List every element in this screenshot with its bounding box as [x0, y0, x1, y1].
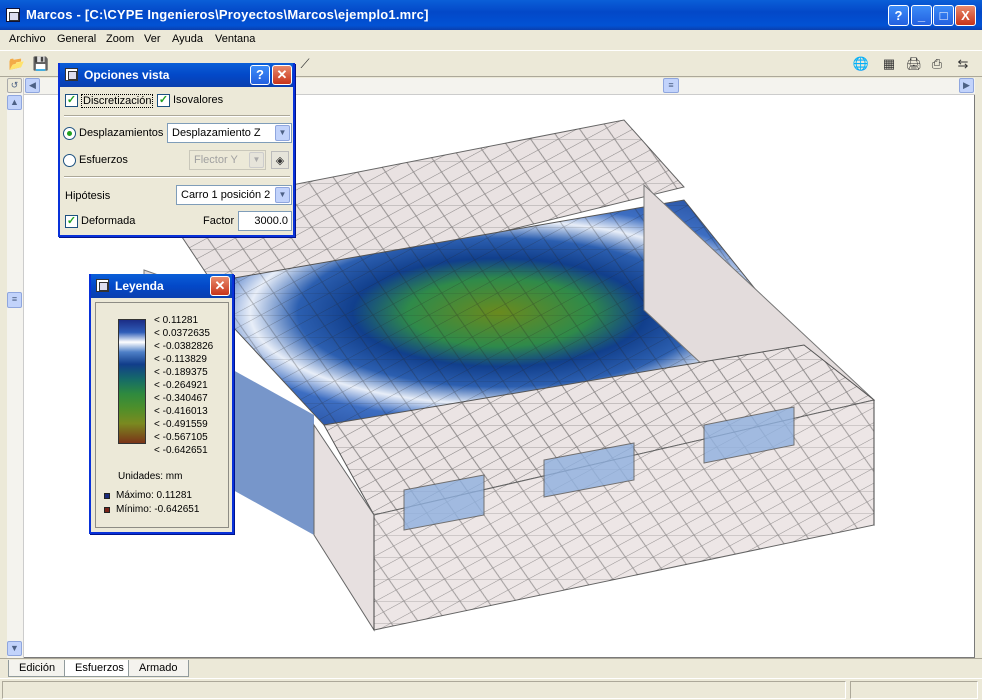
minimize-button[interactable]: _ [911, 5, 932, 26]
deformada-checkbox[interactable]: ✓ [65, 215, 78, 228]
discretizacion-label: Discretización [81, 94, 154, 108]
window-title: Marcos - [C:\CYPE Ingenieros\Proyectos\M… [26, 7, 429, 22]
legend-colorbar [118, 319, 146, 444]
legend-entry: < -0.264921 [154, 380, 208, 391]
menu-ayuda[interactable]: Ayuda [172, 33, 203, 45]
tab-bar: Edición Esfuerzos Armado [0, 658, 982, 678]
esfuerzos-label: Esfuerzos [79, 154, 128, 166]
legend-units: Unidades: mm [118, 471, 183, 482]
open-folder-icon[interactable]: 📂 [8, 55, 26, 73]
status-bar [0, 678, 982, 700]
menu-zoom[interactable]: Zoom [106, 33, 134, 45]
vertical-scrollbar[interactable]: ↺ ▲ ≡ ▼ [7, 78, 24, 658]
hipotesis-label: Hipótesis [65, 190, 111, 202]
menu-general[interactable]: General [57, 33, 96, 45]
esfuerzos-radio[interactable] [63, 154, 76, 167]
desplazamientos-label: Desplazamientos [79, 127, 164, 139]
dialog-close-button[interactable]: ✕ [272, 65, 292, 85]
legend-entry: < -0.567105 [154, 432, 208, 443]
dialog-icon [65, 68, 78, 81]
legend-entry: < -0.340467 [154, 393, 208, 404]
esfuerzo-select: Flector Y ▼ [189, 150, 266, 170]
legend-entry: < -0.113829 [154, 354, 207, 365]
measure-icon[interactable]: ⟋ [296, 55, 314, 73]
hipotesis-select-value: Carro 1 posición 2 [181, 189, 271, 201]
tab-edicion[interactable]: Edición [8, 660, 67, 677]
scroll-thumb-v[interactable]: ≡ [7, 292, 22, 308]
chevron-down-icon[interactable]: ▼ [275, 125, 290, 141]
title-bar: Marcos - [C:\CYPE Ingenieros\Proyectos\M… [0, 0, 982, 30]
legend-dialog: Leyenda ✕ < 0.11281 < 0.0372635 < -0.038… [89, 274, 234, 534]
legend-entry: < -0.416013 [154, 406, 208, 417]
scroll-down-icon[interactable]: ▼ [7, 641, 22, 656]
deformada-label: Deformada [81, 215, 136, 227]
separator [64, 176, 290, 178]
scroll-thumb-h[interactable]: ≡ [663, 78, 679, 93]
esfuerzo-select-value: Flector Y [194, 154, 238, 166]
menu-ver[interactable]: Ver [144, 33, 161, 45]
legend-titlebar[interactable]: Leyenda ✕ [91, 274, 232, 298]
dialog-help-button[interactable]: ? [250, 65, 270, 85]
maximize-button[interactable]: □ [933, 5, 954, 26]
legend-close-button[interactable]: ✕ [210, 276, 230, 296]
save-icon[interactable]: 💾 [32, 55, 50, 73]
legend-max: Máximo: 0.11281 [116, 490, 192, 501]
print-setup-icon[interactable]: ⎙ [928, 55, 946, 73]
legend-entry: < -0.642651 [154, 445, 208, 456]
app-icon[interactable] [6, 8, 20, 22]
menu-bar: Archivo General Zoom Ver Ayuda Ventana [0, 30, 982, 50]
rotate-view-icon[interactable]: ↺ [7, 78, 22, 93]
menu-archivo[interactable]: Archivo [9, 33, 46, 45]
min-swatch [104, 507, 110, 513]
calculator-icon[interactable]: ▦ [880, 55, 898, 73]
view-options-title: Opciones vista [84, 68, 170, 82]
legend-entry: < -0.189375 [154, 367, 208, 378]
separator [64, 115, 290, 117]
legend-panel: < 0.11281 < 0.0372635 < -0.0382826 < -0.… [95, 302, 229, 528]
close-button[interactable]: X [955, 5, 976, 26]
web-icon[interactable]: 🌐 [852, 55, 870, 73]
print-icon[interactable]: 🖨 [905, 55, 923, 73]
scroll-up-icon[interactable]: ▲ [7, 95, 22, 110]
legend-entry: < 0.0372635 [154, 328, 210, 339]
factor-label: Factor [203, 215, 235, 227]
status-cell-right [850, 681, 978, 699]
isovalores-label: Isovalores [173, 94, 224, 106]
legend-title: Leyenda [115, 279, 164, 293]
view-options-dialog: Opciones vista ? ✕ ✓ Discretización ✓ Is… [58, 63, 295, 237]
menu-ventana[interactable]: Ventana [215, 33, 255, 45]
hipotesis-select[interactable]: Carro 1 posición 2 ▼ [176, 185, 292, 205]
chevron-down-icon[interactable]: ▼ [275, 187, 290, 203]
scroll-left-icon[interactable]: ◀ [25, 78, 40, 93]
desplazamientos-radio[interactable] [63, 127, 76, 140]
layers-icon: ◈ [271, 151, 289, 169]
tab-esfuerzos[interactable]: Esfuerzos [64, 660, 135, 677]
dialog-icon [96, 279, 109, 292]
legend-entry: < -0.491559 [154, 419, 208, 430]
factor-input[interactable]: 3000.0 [238, 211, 292, 231]
scroll-right-icon[interactable]: ▶ [959, 78, 974, 93]
desplazamiento-select[interactable]: Desplazamiento Z ▼ [167, 123, 292, 143]
tab-armado[interactable]: Armado [128, 660, 189, 677]
status-cell-main [2, 681, 846, 699]
chevron-down-icon: ▼ [249, 152, 264, 168]
view-options-titlebar[interactable]: Opciones vista ? ✕ [60, 63, 293, 87]
max-swatch [104, 493, 110, 499]
legend-min: Mínimo: -0.642651 [116, 504, 200, 515]
discretizacion-checkbox[interactable]: ✓ [65, 94, 78, 107]
legend-entry: < -0.0382826 [154, 341, 214, 352]
exit-icon[interactable]: ⇆ [954, 55, 972, 73]
desplazamiento-select-value: Desplazamiento Z [172, 127, 261, 139]
isovalores-checkbox[interactable]: ✓ [157, 94, 170, 107]
legend-entry: < 0.11281 [154, 315, 199, 326]
help-button[interactable]: ? [888, 5, 909, 26]
